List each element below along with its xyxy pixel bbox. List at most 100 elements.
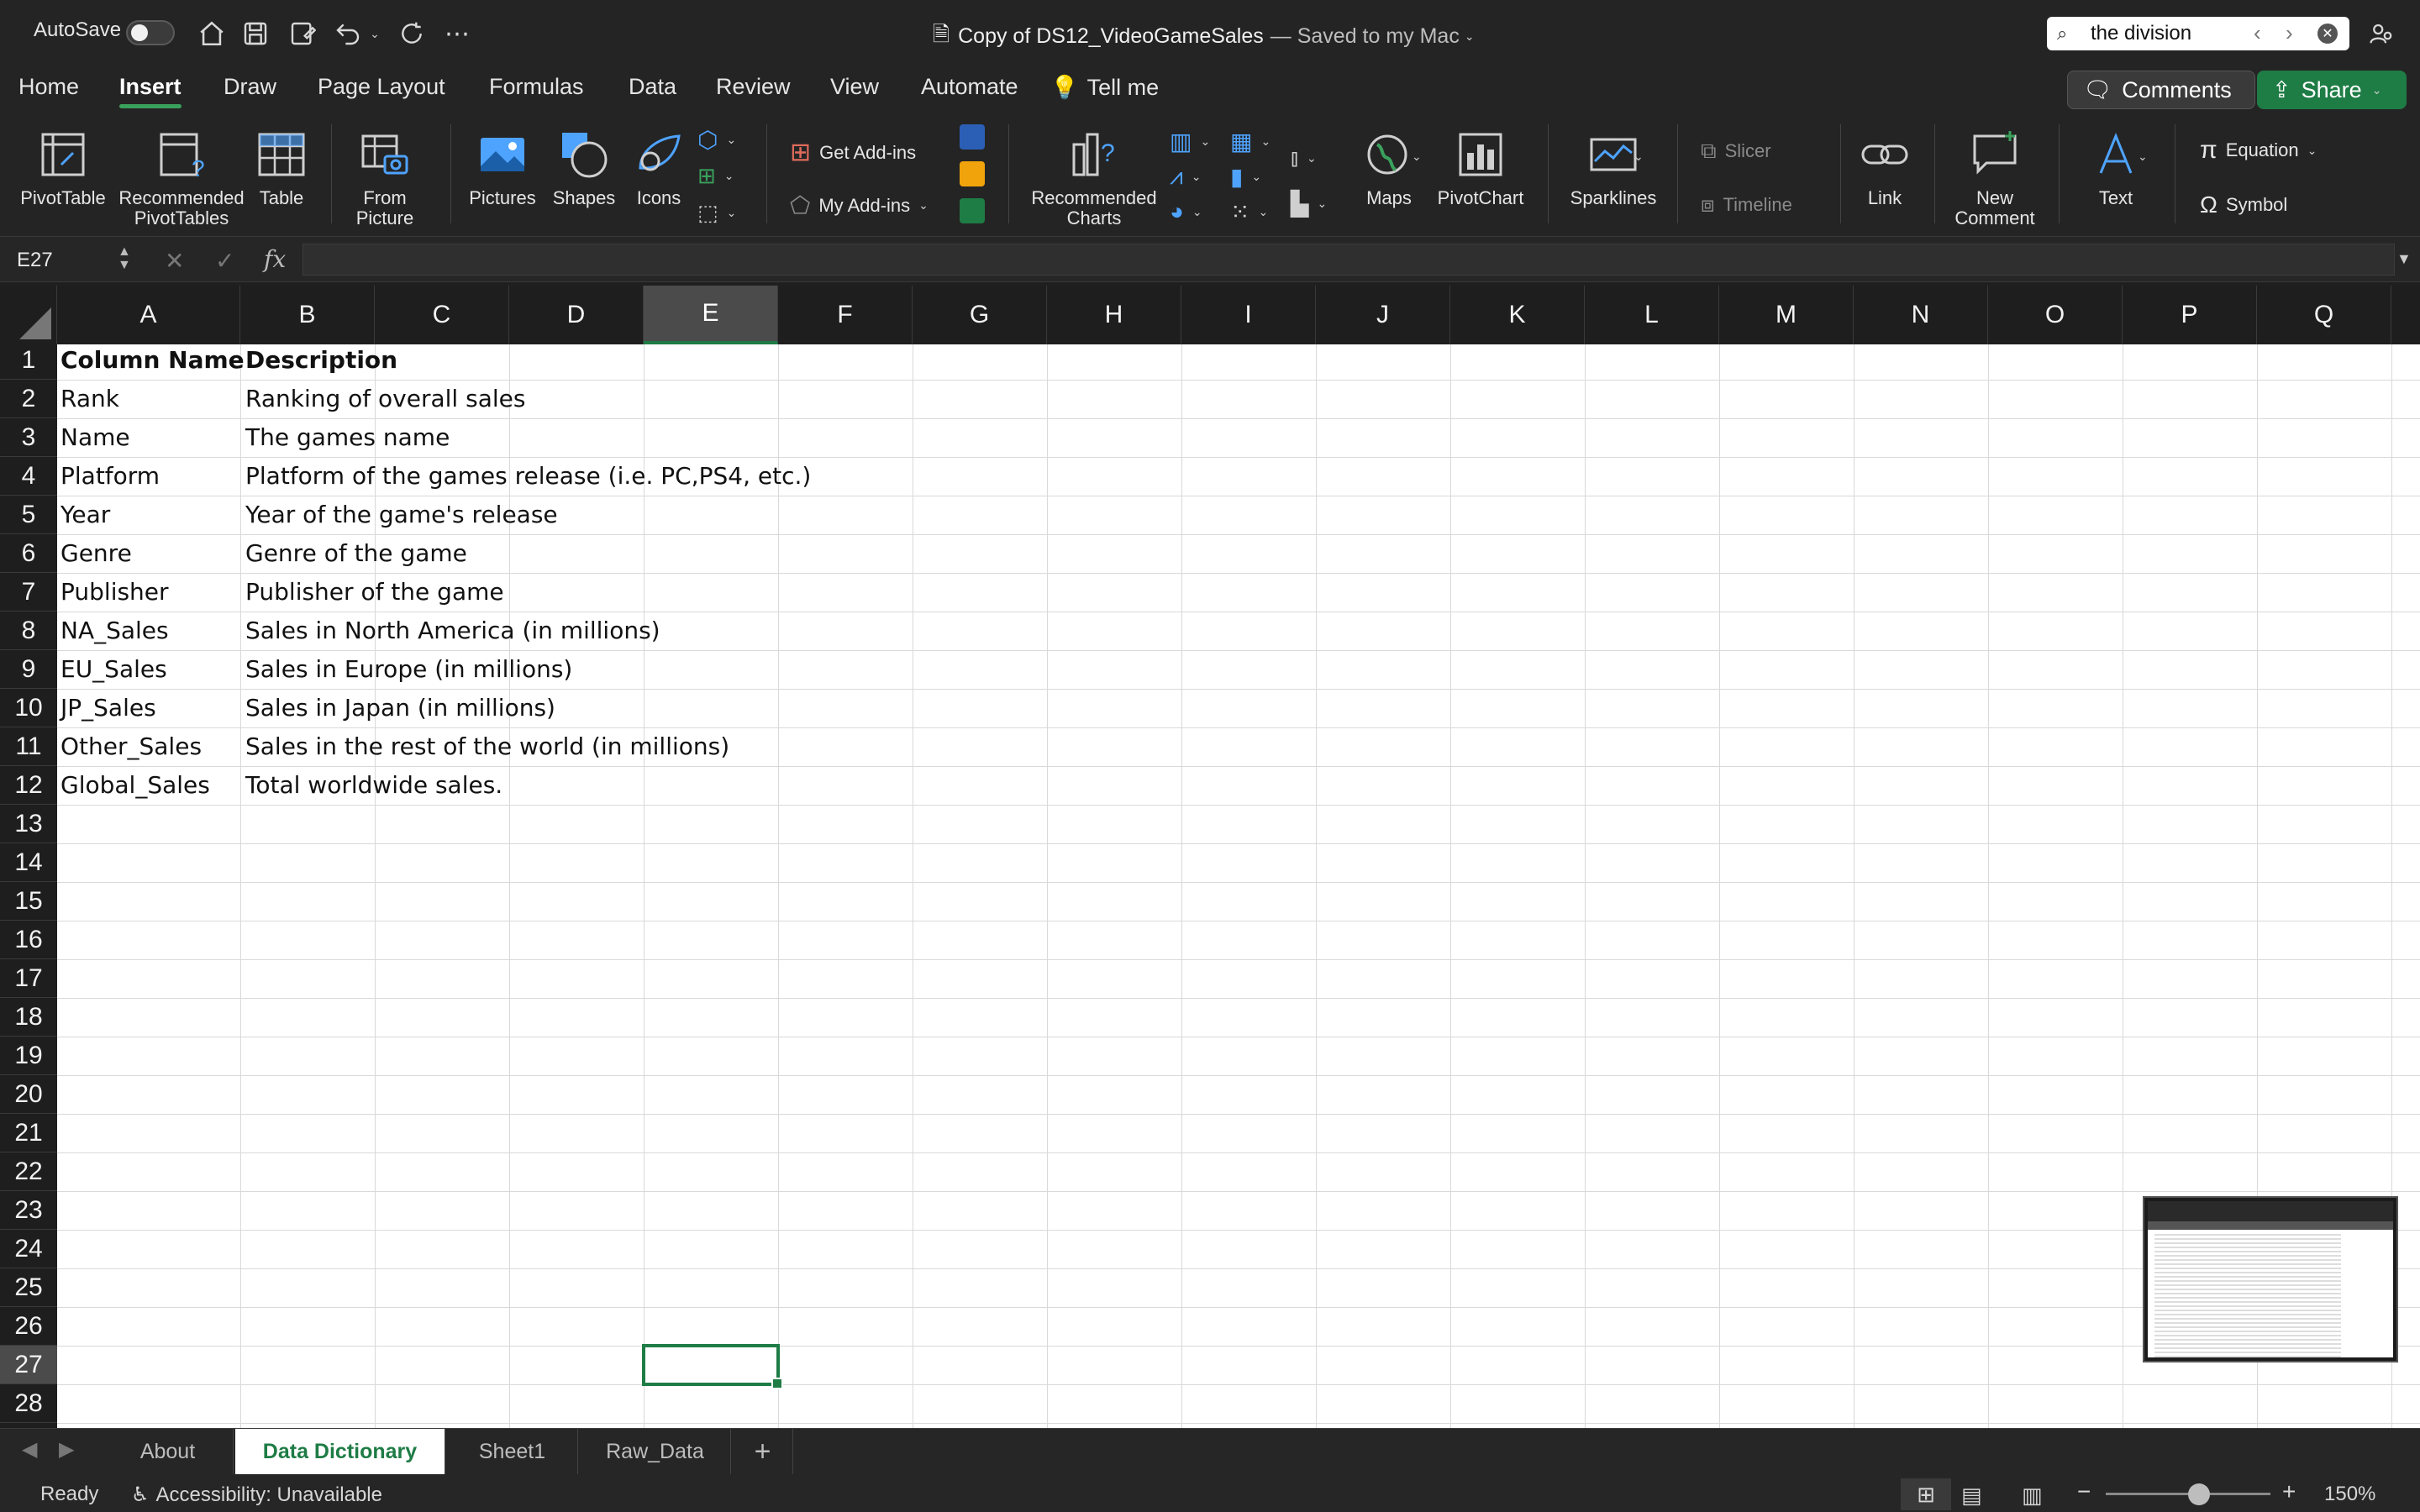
cancel-icon[interactable]: ✕ <box>165 247 184 275</box>
row-header-26[interactable]: 26 <box>0 1307 57 1346</box>
get-addins-button[interactable]: ⊞ Get Add-ins <box>790 138 916 167</box>
undo-icon[interactable] <box>331 17 365 50</box>
zoom-slider-handle[interactable] <box>2188 1483 2210 1505</box>
formula-input[interactable] <box>302 244 2395 276</box>
normal-view-icon[interactable]: ⊞ <box>1901 1478 1951 1510</box>
row-header-3[interactable]: 3 <box>0 418 57 457</box>
table-cell-description[interactable]: Sales in Japan (in millions) <box>245 689 555 727</box>
text-dropdown[interactable]: ⌄ <box>2138 150 2148 164</box>
row-header-22[interactable]: 22 <box>0 1152 57 1191</box>
row-header-6[interactable]: 6 <box>0 534 57 573</box>
column-header-f[interactable]: F <box>778 286 913 344</box>
maps-button[interactable]: Maps <box>1356 128 1422 208</box>
link-button[interactable]: Link <box>1854 128 1916 208</box>
column-header-q[interactable]: Q <box>2257 286 2391 344</box>
page-break-view-icon[interactable]: ▥ <box>2022 1483 2043 1509</box>
column-header-n[interactable]: N <box>1854 286 1988 344</box>
save-as-icon[interactable] <box>286 17 319 50</box>
row-header-12[interactable]: 12 <box>0 766 57 805</box>
column-chart-button[interactable]: ▥ ⌄ <box>1170 128 1210 155</box>
row-header-23[interactable]: 23 <box>0 1191 57 1230</box>
zoom-level[interactable]: 150% <box>2324 1483 2375 1506</box>
row-header-28[interactable]: 28 <box>0 1384 57 1423</box>
row-header-24[interactable]: 24 <box>0 1230 57 1268</box>
my-addins-button[interactable]: ⬠ My Add-ins ⌄ <box>790 192 929 219</box>
table-cell-column-name[interactable]: Other_Sales <box>60 727 202 766</box>
table-cell-description[interactable]: Sales in North America (in millions) <box>245 612 660 650</box>
add-sheet-button[interactable]: + <box>733 1429 793 1474</box>
table-cell-description[interactable]: Publisher of the game <box>245 573 504 612</box>
document-title[interactable]: 🗎 Copy of DS12_VideoGameSales — Saved to… <box>933 18 1475 55</box>
row-header-14[interactable]: 14 <box>0 843 57 882</box>
table-cell-description[interactable]: Year of the game's release <box>245 496 558 534</box>
tab-view[interactable]: View <box>830 74 879 100</box>
expand-formula-icon[interactable]: ▼ <box>2396 250 2412 268</box>
maps-dropdown[interactable]: ⌄ <box>1412 150 1422 164</box>
row-header-8[interactable]: 8 <box>0 612 57 650</box>
more-icon[interactable]: ⋯ <box>440 17 474 50</box>
scatter-chart-button[interactable]: ⁙ ⌄ <box>1230 198 1268 226</box>
line-chart-button[interactable]: ⩘ ⌄ <box>1170 163 1202 191</box>
table-cell-description[interactable]: Total worldwide sales. <box>245 766 502 805</box>
page-layout-view-icon[interactable]: ▤ <box>1961 1483 1982 1509</box>
search-box[interactable]: ⌕ ‹ › ✕ <box>2047 17 2349 50</box>
scroll-sheets-right-icon[interactable]: ▶ <box>59 1437 74 1462</box>
sheet-tab-raw-data[interactable]: Raw_Data <box>580 1429 731 1474</box>
sheet-tab-data-dictionary[interactable]: Data Dictionary <box>235 1429 445 1474</box>
column-header-c[interactable]: C <box>375 286 509 344</box>
row-header-11[interactable]: 11 <box>0 727 57 766</box>
redo-icon[interactable] <box>395 17 429 50</box>
sparklines-button[interactable]: Sparklines <box>1565 128 1662 208</box>
table-cell-column-name[interactable]: Global_Sales <box>60 766 210 805</box>
statistic-chart-button[interactable]: ▮ ⌄ <box>1230 163 1261 191</box>
column-header-m[interactable]: M <box>1719 286 1854 344</box>
from-picture-button[interactable]: From Picture <box>343 128 427 228</box>
pie-chart-button[interactable]: ◕ ⌄ <box>1170 198 1202 225</box>
search-input[interactable] <box>2091 22 2259 45</box>
waterfall-chart-button[interactable]: ⫾ ⌄ <box>1291 144 1317 172</box>
column-header-g[interactable]: G <box>913 286 1047 344</box>
icons-button[interactable]: Icons <box>627 128 691 208</box>
table-cell-column-name[interactable]: Rank <box>60 380 119 418</box>
table-cell-column-name[interactable]: Genre <box>60 534 132 573</box>
new-comment-button[interactable]: New Comment <box>1946 128 2044 228</box>
header-cell-column-name[interactable]: Column Name <box>60 341 245 380</box>
tab-page-layout[interactable]: Page Layout <box>318 74 445 100</box>
table-cell-description[interactable]: Genre of the game <box>245 534 467 573</box>
select-all-corner[interactable] <box>0 286 57 344</box>
enter-icon[interactable]: ✓ <box>215 247 234 275</box>
undo-dropdown-icon[interactable]: ⌄ <box>366 24 383 44</box>
table-cell-description[interactable]: The games name <box>245 418 450 457</box>
pivotchart-button[interactable]: PivotChart <box>1434 128 1528 208</box>
row-header-9[interactable]: 9 <box>0 650 57 689</box>
sheet-tab-about[interactable]: About <box>103 1429 234 1474</box>
function-icon[interactable]: fx <box>264 245 286 273</box>
table-cell-column-name[interactable]: NA_Sales <box>60 612 169 650</box>
table-cell-description[interactable]: Platform of the games release (i.e. PC,P… <box>245 457 811 496</box>
tab-insert[interactable]: Insert <box>119 74 182 108</box>
column-header-o[interactable]: O <box>1988 286 2123 344</box>
row-header-4[interactable]: 4 <box>0 457 57 496</box>
symbol-button[interactable]: Ω Symbol <box>2200 192 2287 218</box>
pivottable-button[interactable]: PivotTable <box>17 128 109 208</box>
tab-data[interactable]: Data <box>629 74 676 100</box>
tab-automate[interactable]: Automate <box>921 74 1018 100</box>
search-clear-icon[interactable]: ✕ <box>2317 24 2338 44</box>
row-header-21[interactable]: 21 <box>0 1114 57 1152</box>
home-icon[interactable] <box>195 17 229 50</box>
tab-draw[interactable]: Draw <box>224 74 276 100</box>
tab-formulas[interactable]: Formulas <box>489 74 584 100</box>
table-cell-column-name[interactable]: JP_Sales <box>60 689 156 727</box>
row-header-1[interactable]: 1 <box>0 341 57 380</box>
search-previous-icon[interactable]: ‹ <box>2254 20 2261 46</box>
table-cell-column-name[interactable]: Year <box>60 496 110 534</box>
column-header-h[interactable]: H <box>1047 286 1181 344</box>
table-cell-column-name[interactable]: Publisher <box>60 573 169 612</box>
tab-review[interactable]: Review <box>716 74 791 100</box>
combo-chart-button[interactable]: ▙ ⌄ <box>1291 190 1327 218</box>
zoom-out-icon[interactable]: − <box>2077 1478 2091 1505</box>
accessibility-status[interactable]: ♿ Accessibility: Unavailable <box>131 1483 382 1507</box>
shapes-button[interactable]: Shapes <box>548 128 620 208</box>
save-icon[interactable] <box>239 17 272 50</box>
table-cell-description[interactable]: Ranking of overall sales <box>245 380 525 418</box>
